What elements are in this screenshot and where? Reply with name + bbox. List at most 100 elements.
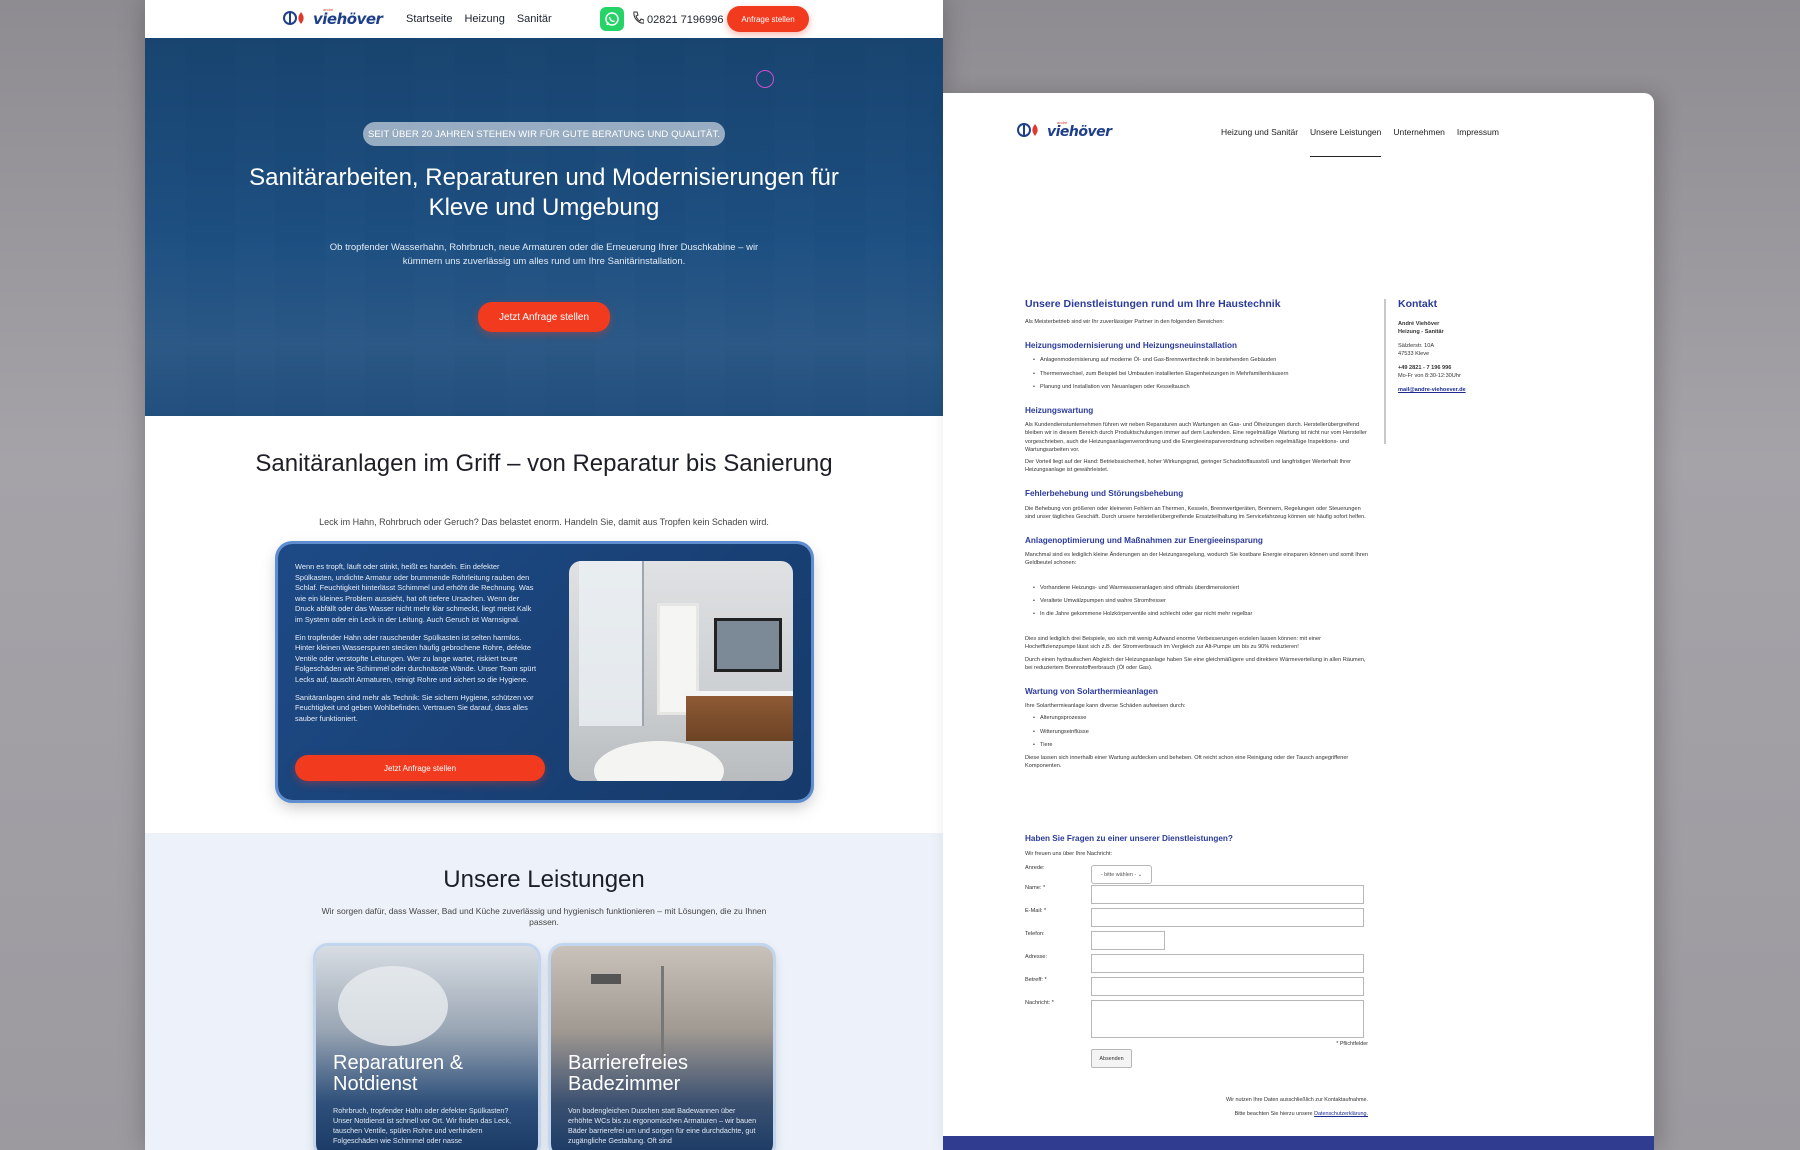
label-nachricht: Nachricht: * [1025,1000,1054,1006]
bathroom-image [569,561,793,781]
services-subtitle: Wir sorgen dafür, dass Wasser, Bad und K… [321,906,767,927]
phone-number: 02821 7196996 [647,13,724,26]
nav-item-heizung-sanitaer[interactable]: Heizung und Sanitär [1221,127,1298,157]
list-item: Thermenwechsel, zum Beispiel bei Umbaute… [1033,370,1368,378]
message-textarea[interactable] [1091,1000,1364,1038]
section-subtitle: Leck im Hahn, Rohrbruch oder Geruch? Das… [319,517,769,527]
intro-text: Als Meisterbetrieb sind wir Ihr zuverläs… [1025,319,1224,325]
list-item: Vorhandene Heizungs- und Warmwasseranlag… [1033,584,1368,592]
service-card-barrier-free[interactable]: Barrierefreies Badezimmer Von bodengleic… [551,946,773,1150]
shower-image [591,974,621,984]
privacy-prefix: Bitte beachten Sie hierzu unsere [1234,1111,1313,1117]
hero-badge: SEIT ÜBER 20 JAHREN STEHEN WIR FÜR GUTE … [363,122,725,146]
card-paragraph: Ein tropfender Hahn oder rauschender Spü… [295,632,536,684]
address-field[interactable] [1091,954,1364,973]
submit-button[interactable]: Absenden [1091,1049,1132,1068]
contact-form: Haben Sie Fragen zu einer unserer Dienst… [1025,834,1368,1117]
form-title: Haben Sie Fragen zu einer unserer Dienst… [1025,834,1233,843]
services-content: Unsere Dienstleistungen rund um Ihre Hau… [1025,298,1368,775]
cursor-ring-icon [756,70,774,88]
section-title: Sanitäranlagen im Griff – von Reparatur … [255,450,833,477]
site-header: andré viehöver Startseite Heizung Sanitä… [145,0,943,38]
list-item: Veraltete Umwälzpumpen sind wahre Stromf… [1033,597,1368,605]
sidebar-divider [1384,299,1386,444]
service-card-text: Von bodengleichen Duschen statt Badewann… [568,1106,757,1145]
contact-city: 47533 Kleve [1398,351,1430,357]
service-card-repairs[interactable]: Reparaturen & Notdienst Rohrbruch, tropf… [316,946,538,1150]
logo-wordmark: viehöver [1047,124,1112,140]
header-phone[interactable]: 02821 7196996 [632,11,723,28]
old-website-screenshot: andré viehöver Heizung und Sanitär Unser… [943,93,1654,1150]
paragraph: Als Kundendienstunternehmen führen wir n… [1025,422,1367,453]
logo-wordmark: viehöver [313,10,383,28]
required-note: * Pflichtfelder [1336,1041,1368,1047]
sanitary-info-card: Wenn es tropft, läuft oder stinkt, heißt… [278,544,811,800]
contact-line2: Heizung - Sanitär [1398,329,1444,335]
contact-phone[interactable]: +49 2821 - 7 196 996 [1398,365,1451,371]
logo-icon [1017,122,1043,138]
paragraph: Manchmal sind es lediglich kleine Änderu… [1025,552,1368,567]
chevron-down-icon: ⌄ [1136,871,1143,878]
card-text: Wenn es tropft, läuft oder stinkt, heißt… [295,562,540,731]
site-logo[interactable]: andré viehöver [283,8,383,28]
contact-title: Kontakt [1398,298,1438,310]
list-item: Anlagenmodernisierung auf moderne Öl- un… [1033,356,1368,364]
card-paragraph: Wenn es tropft, läuft oder stinkt, heißt… [295,562,534,624]
email-field[interactable] [1091,908,1364,927]
whatsapp-icon[interactable] [600,7,624,31]
list-item: Tiere [1033,741,1368,749]
label-anrede: Anrede: [1025,865,1045,871]
logo-icon [283,10,309,26]
hero-title: Sanitärarbeiten, Reparaturen und Moderni… [249,164,839,221]
header-request-button[interactable]: Anfrage stellen [727,6,809,32]
new-website-screenshot: andré viehöver Startseite Heizung Sanitä… [145,0,943,1150]
section-heading: Fehlerbehebung und Störungsbehebung [1025,489,1184,499]
label-telefon: Telefon: [1025,931,1045,937]
form-intro: Wir freuen uns über Ihre Nachricht: [1025,851,1113,857]
contact-hours: Mo-Fr von 8:30-12:30Uhr [1398,373,1461,379]
card-paragraph: Sanitäranlagen sind mehr als Technik: Si… [295,692,534,723]
service-card-title: Barrierefreies Badezimmer [568,1052,689,1095]
nav-item-unsere-leistungen[interactable]: Unsere Leistungen [1310,127,1382,157]
service-card-text: Rohrbruch, tropfender Hahn oder defekter… [333,1106,512,1145]
label-name: Name: * [1025,885,1046,891]
paragraph: Diese lassen sich innerhalb einer Wartun… [1025,755,1349,770]
select-value: - bitte wählen - [1100,871,1137,878]
hero-cta-button[interactable]: Jetzt Anfrage stellen [478,302,610,332]
section-heading: Heizungsmodernisierung und Heizungsneuin… [1025,341,1237,351]
section-heading: Anlagenoptimierung und Maßnahmen zur Ene… [1025,536,1263,546]
card-cta-button[interactable]: Jetzt Anfrage stellen [295,755,545,781]
paragraph: Durch einen hydraulischen Abgleich der H… [1025,656,1366,671]
phone-field[interactable] [1091,931,1165,950]
hero-subtitle: Ob tropfender Wasserhahn, Rohrbruch, neu… [329,242,759,267]
nav-item-unternehmen[interactable]: Unternehmen [1393,127,1445,157]
list-item: Planung und Installation von Neuanlagen … [1033,383,1368,391]
page-title: Unsere Dienstleistungen rund um Ihre Hau… [1025,298,1281,310]
subject-field[interactable] [1091,977,1364,996]
privacy-policy-link[interactable]: Datenschutzerklärung. [1314,1111,1368,1117]
nav-item-impressum[interactable]: Impressum [1457,127,1499,157]
service-card-title: Reparaturen & Notdienst [333,1052,464,1095]
list-item: Alterungsprozesse [1033,714,1368,722]
phone-icon [632,11,645,28]
section-heading: Wartung von Solarthermieanlagen [1025,687,1158,697]
footer-bar [943,1136,1654,1150]
contact-name: André Viehöver [1398,321,1440,327]
name-field[interactable] [1091,885,1364,904]
old-site-nav: Heizung und Sanitär Unsere Leistungen Un… [1221,127,1499,157]
old-site-logo[interactable]: andré viehöver [1017,121,1112,139]
privacy-link-line: Bitte beachten Sie hierzu unsere Datensc… [1235,1111,1368,1117]
nav-item-heizung[interactable]: Heizung [464,13,504,25]
label-email: E-Mail: * [1025,908,1047,914]
salutation-select[interactable]: - bitte wählen - ⌄ [1091,865,1152,884]
hero-section: SEIT ÜBER 20 JAHREN STEHEN WIR FÜR GUTE … [145,38,943,416]
nav-item-startseite[interactable]: Startseite [406,13,452,25]
services-title: Unsere Leistungen [443,866,645,893]
nav-item-sanitaer[interactable]: Sanitär [517,13,552,25]
paragraph: Der Vorteil liegt auf der Hand: Betriebs… [1025,459,1351,474]
privacy-note: Wir nutzen Ihre Daten ausschließlich zur… [1225,1097,1368,1103]
contact-email-link[interactable]: mail@andre-viehoever.de [1398,387,1466,393]
paragraph: Dies sind lediglich drei Beispiele, wo s… [1025,636,1322,651]
label-adresse: Adresse: [1025,954,1048,960]
paragraph: Ihre Solarthermieanlage kann diverse Sch… [1025,703,1186,710]
